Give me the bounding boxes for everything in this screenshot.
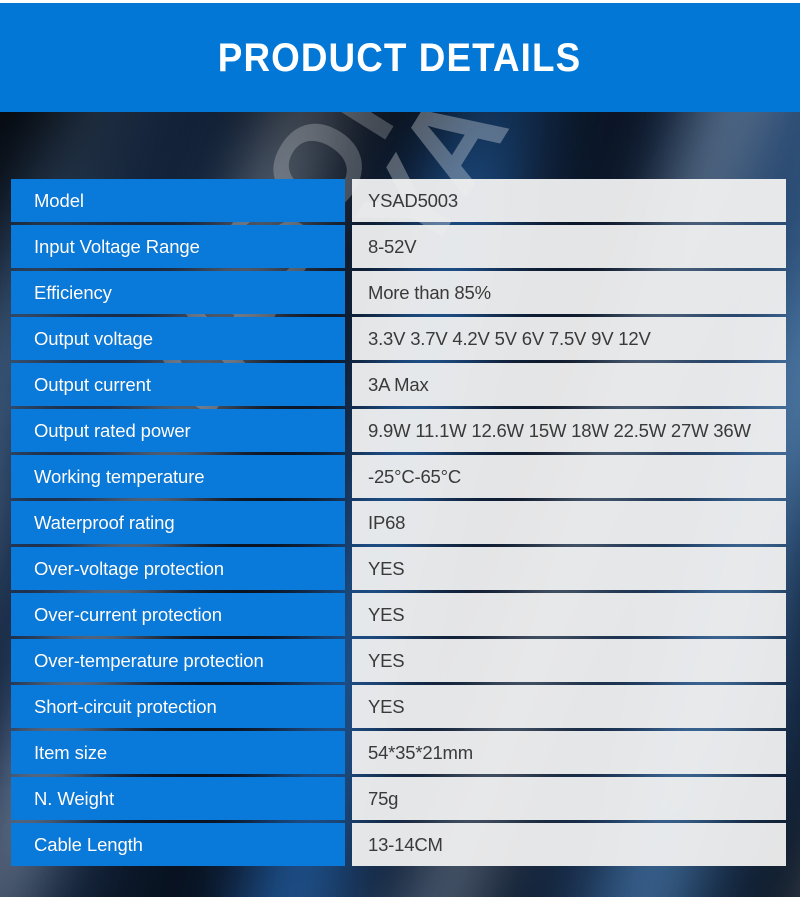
spec-label: Efficiency (11, 271, 345, 314)
spec-value: YES (352, 547, 786, 590)
spec-label: Output voltage (11, 317, 345, 360)
spec-label: Over-temperature protection (11, 639, 345, 682)
product-details-page: YASON YASON PRODUCT DETAILS ModelYSAD500… (0, 0, 800, 897)
table-row: Cable Length 13-14CM (11, 823, 786, 866)
spec-value: YES (352, 685, 786, 728)
table-row: N. Weight 75g (11, 777, 786, 820)
spec-label: N. Weight (11, 777, 345, 820)
spec-value: 3A Max (352, 363, 786, 406)
spec-value: 8-52V (352, 225, 786, 268)
spec-label: Model (11, 179, 345, 222)
spec-value: 13-14CM (352, 823, 786, 866)
table-row: Output rated power 9.9W 11.1W 12.6W 15W 1… (11, 409, 786, 452)
table-row: Short-circuit protection YES (11, 685, 786, 728)
spec-label: Waterproof rating (11, 501, 345, 544)
page-title: PRODUCT DETAILS (218, 35, 582, 80)
table-row: Working temperature -25°C-65°C (11, 455, 786, 498)
spec-label: Item size (11, 731, 345, 774)
spec-label: Over-voltage protection (11, 547, 345, 590)
table-row: Efficiency More than 85% (11, 271, 786, 314)
spec-label: Cable Length (11, 823, 345, 866)
spec-label: Output current (11, 363, 345, 406)
specification-table: Model YSAD5003 Input Voltage Range 8-52V Eff… (11, 179, 786, 869)
table-row: Input Voltage Range 8-52V (11, 225, 786, 268)
spec-value: 9.9W 11.1W 12.6W 15W 18W 22.5W 27W 36W (352, 409, 786, 452)
spec-value: YSAD5003 (352, 179, 786, 222)
spec-value: YES (352, 593, 786, 636)
spec-value: -25°C-65°C (352, 455, 786, 498)
table-row: Model YSAD5003 (11, 179, 786, 222)
spec-value: 75g (352, 777, 786, 820)
table-row: Over-voltage protection YES (11, 547, 786, 590)
table-row: Over-current protection YES (11, 593, 786, 636)
spec-label: Over-current protection (11, 593, 345, 636)
table-row: Waterproof rating IP68 (11, 501, 786, 544)
spec-label: Output rated power (11, 409, 345, 452)
spec-value: YES (352, 639, 786, 682)
table-row: Item size 54*35*21mm (11, 731, 786, 774)
spec-value: IP68 (352, 501, 786, 544)
table-row: Output current 3A Max (11, 363, 786, 406)
page-header-band: PRODUCT DETAILS (0, 3, 800, 112)
table-row: Over-temperature protection YES (11, 639, 786, 682)
spec-value: 3.3V 3.7V 4.2V 5V 6V 7.5V 9V 12V (352, 317, 786, 360)
spec-value: 54*35*21mm (352, 731, 786, 774)
spec-label: Working temperature (11, 455, 345, 498)
spec-label: Input Voltage Range (11, 225, 345, 268)
spec-value: More than 85% (352, 271, 786, 314)
spec-label: Short-circuit protection (11, 685, 345, 728)
table-row: Output voltage 3.3V 3.7V 4.2V 5V 6V 7.5V … (11, 317, 786, 360)
